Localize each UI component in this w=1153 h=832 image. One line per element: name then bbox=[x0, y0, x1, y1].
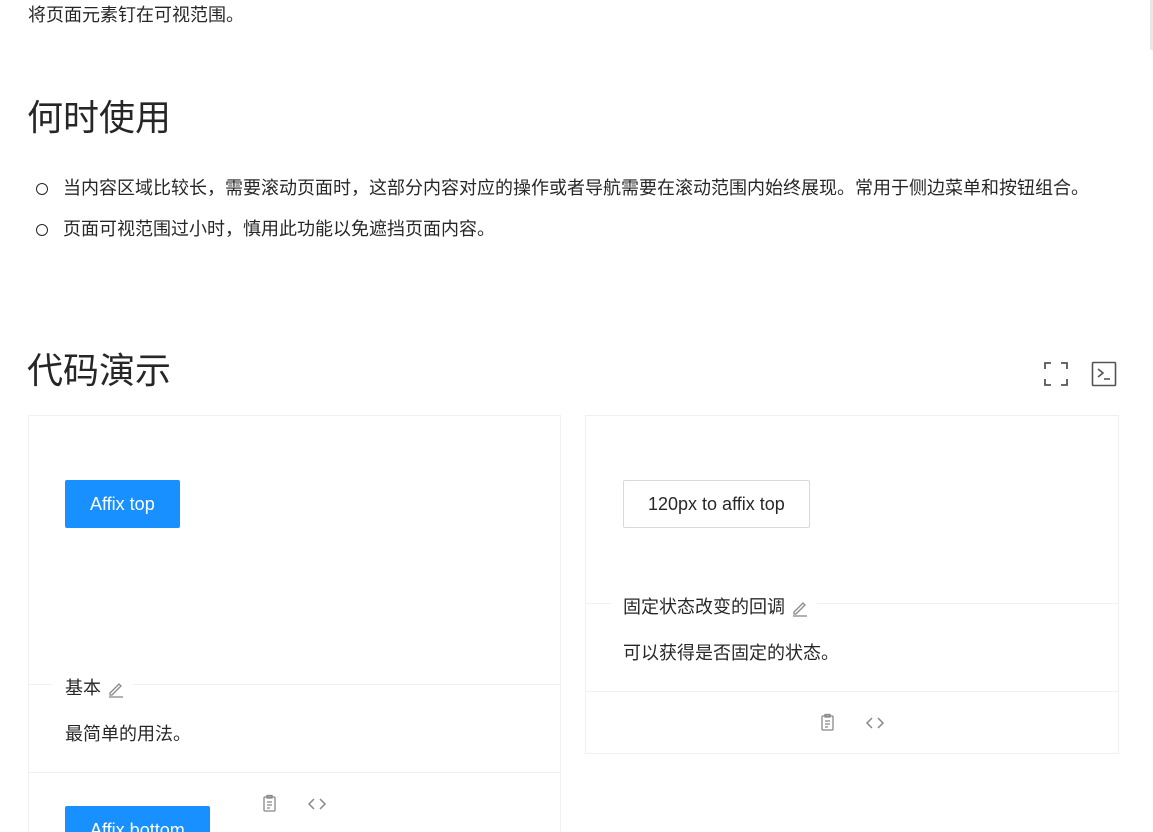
demo-title-text: 固定状态改变的回调 bbox=[623, 597, 785, 618]
demo-title-text: 基本 bbox=[65, 678, 101, 699]
affix-offset-button[interactable]: 120px to affix top bbox=[623, 480, 810, 528]
affix-bottom-button[interactable]: Affix bottom bbox=[65, 806, 210, 832]
divider bbox=[586, 691, 1118, 692]
usage-list: 当内容区域比较长，需要滚动页面时，这部分内容对应的操作或者导航需要在滚动范围内始… bbox=[36, 168, 1118, 250]
demo-title: 固定状态改变的回调 bbox=[611, 596, 817, 620]
demo-description: 最简单的用法。 bbox=[65, 724, 191, 745]
divider bbox=[29, 772, 560, 773]
list-item: 页面可视范围过小时，慎用此功能以免遮挡页面内容。 bbox=[36, 209, 1118, 250]
edit-icon[interactable] bbox=[107, 680, 125, 698]
code-expand-icon[interactable] bbox=[865, 713, 885, 733]
when-to-use-heading: 何时使用 bbox=[27, 98, 172, 139]
demos-heading: 代码演示 bbox=[27, 351, 172, 392]
demo-card-basic: Affix top 基本 最简单的用法。 Affix bottom bbox=[28, 415, 561, 832]
copy-icon[interactable] bbox=[259, 794, 279, 814]
edit-icon[interactable] bbox=[791, 599, 809, 617]
code-expand-icon[interactable] bbox=[307, 794, 327, 814]
list-item-text: 当内容区域比较长，需要滚动页面时，这部分内容对应的操作或者导航需要在滚动范围内始… bbox=[63, 178, 1089, 199]
list-item-text: 页面可视范围过小时，慎用此功能以免遮挡页面内容。 bbox=[63, 219, 495, 240]
demo-card-callback: 120px to affix top 固定状态改变的回调 可以获得是否固定的状态… bbox=[585, 415, 1119, 754]
expand-icon[interactable] bbox=[1043, 361, 1069, 387]
affix-top-button[interactable]: Affix top bbox=[65, 480, 180, 528]
intro-text: 将页面元素钉在可视范围。 bbox=[28, 5, 244, 26]
copy-icon[interactable] bbox=[817, 713, 837, 733]
terminal-icon[interactable] bbox=[1091, 361, 1117, 387]
demo-description: 可以获得是否固定的状态。 bbox=[623, 643, 839, 664]
list-item: 当内容区域比较长，需要滚动页面时，这部分内容对应的操作或者导航需要在滚动范围内始… bbox=[36, 168, 1118, 209]
demo-title: 基本 bbox=[53, 677, 133, 701]
